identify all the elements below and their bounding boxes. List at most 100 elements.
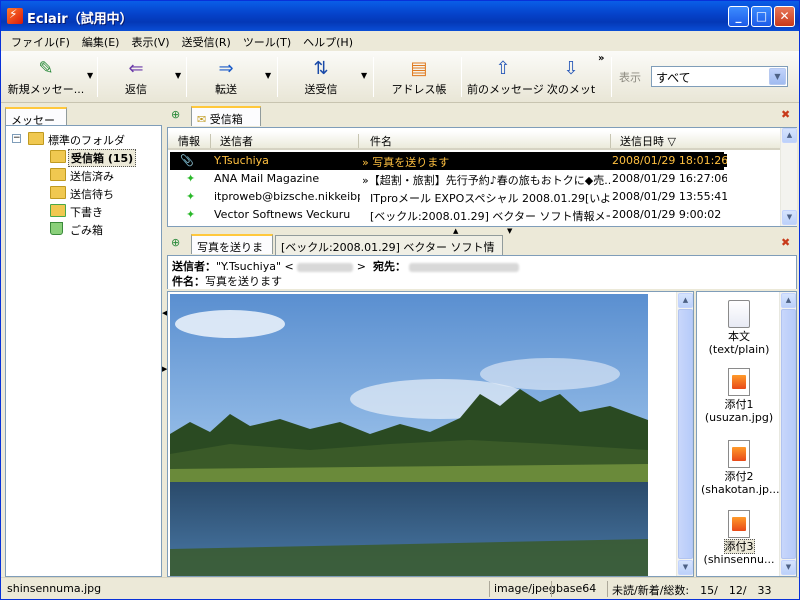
tree-item-trash[interactable]: ごみ箱: [6, 220, 161, 238]
scroll-thumb[interactable]: [781, 309, 796, 559]
row-subject: [ベックル:2008.01.29] ベクター ソフト情報メール: [370, 210, 610, 223]
table-row[interactable]: ✦ Vector Softnews Veckuru [ベックル:2008.01.…: [170, 206, 724, 224]
scroll-down-icon[interactable]: ▼: [781, 560, 796, 575]
address-book-icon: ▤: [410, 58, 428, 79]
sender-close: >: [356, 260, 366, 273]
table-row[interactable]: ✦ itproweb@bizsche.nikkeibp... ITproメール …: [170, 188, 727, 206]
scroll-up-icon[interactable]: ▲: [678, 293, 693, 308]
tab-inbox-label: 受信箱: [209, 113, 243, 126]
close-tab-icon[interactable]: ✖: [781, 108, 790, 121]
attachment-item[interactable]: 添付2 (shakotan.jp...: [701, 440, 780, 496]
message-list-scrollbar[interactable]: ▲ ▼: [780, 128, 797, 226]
column-sender[interactable]: 送信者: [220, 133, 253, 149]
attachment-type: (text/plain): [708, 343, 770, 356]
maximize-button[interactable]: □: [751, 6, 772, 27]
scroll-down-icon[interactable]: ▼: [678, 560, 693, 575]
column-subject[interactable]: 件名: [370, 133, 392, 149]
menu-edit[interactable]: 編集(E): [76, 31, 126, 51]
attachment-list: 本文 (text/plain) 添付1 (usuzan.jpg) 添付2 (sh…: [696, 291, 797, 577]
text-document-icon: [728, 300, 750, 328]
scroll-thumb[interactable]: [678, 309, 693, 559]
forward-label: 転送: [215, 83, 237, 96]
forward-button[interactable]: ⇒ 転送: [191, 55, 261, 101]
row-subject: » 写真を送ります: [362, 156, 450, 169]
chevron-down-icon[interactable]: ▼: [769, 68, 786, 85]
title-bar[interactable]: Eclair（試用中） _ □ ✕: [1, 1, 799, 31]
tab-inbox[interactable]: ✉ 受信箱: [191, 106, 261, 126]
close-tab-icon[interactable]: ✖: [781, 236, 790, 249]
toolbar-separator: [277, 57, 278, 97]
address-book-label: アドレス帳: [391, 83, 447, 96]
forward-dropdown-icon[interactable]: ▼: [265, 71, 273, 80]
attachment-scrollbar[interactable]: ▲ ▼: [779, 292, 796, 576]
column-date[interactable]: 送信日時 ▽: [620, 133, 676, 149]
scroll-up-icon[interactable]: ▲: [781, 293, 796, 308]
address-book-button[interactable]: ▤ アドレス帳: [381, 55, 457, 101]
prev-message-button[interactable]: ⇧ 前のメッセージ: [467, 55, 544, 101]
table-row[interactable]: 📎 Y.Tsuchiya » 写真を送ります 2008/01/29 18:01:…: [170, 152, 727, 170]
tree-item-outbox[interactable]: 送信待ち: [6, 184, 161, 202]
tree-item-drafts[interactable]: 下書き: [6, 202, 161, 220]
attachment-item[interactable]: 添付1 (usuzan.jpg): [701, 368, 777, 424]
status-bar: shinsennuma.jpg image/jpeg base64 未読/新着/…: [1, 577, 799, 599]
tab-messages[interactable]: メッセージ: [5, 107, 67, 143]
preview-tabbar: ⊕ 写真を送ります [ベックル:2008.01.29] ベクター ソフト情報メー…: [167, 231, 799, 270]
menu-send-receive[interactable]: 送受信(R): [176, 31, 237, 51]
tree-root-standard-folders[interactable]: − 標準のフォルダ: [6, 130, 161, 148]
reply-button[interactable]: ⇐ 返信: [101, 55, 171, 101]
attachment-item[interactable]: 本文 (text/plain): [701, 300, 777, 356]
app-window: Eclair（試用中） _ □ ✕ ファイル(F) 編集(E) 表示(V) 送受…: [0, 0, 800, 600]
view-filter-value: すべて: [656, 71, 691, 85]
status-filename: shinsennuma.jpg: [7, 582, 102, 595]
menu-tools[interactable]: ツール(T): [237, 31, 297, 51]
column-divider[interactable]: [210, 134, 211, 148]
reply-dropdown-icon[interactable]: ▼: [175, 71, 183, 80]
toolbar-overflow-chevron[interactable]: »: [598, 53, 604, 64]
send-receive-dropdown-icon[interactable]: ▼: [361, 71, 369, 80]
forward-icon: ⇒: [218, 58, 234, 79]
next-message-label: 次のメッt: [546, 83, 596, 96]
view-filter-select[interactable]: すべて ▼: [651, 66, 788, 87]
reply-icon: ⇐: [128, 58, 144, 79]
column-divider[interactable]: [610, 134, 611, 148]
message-list: 情報 送信者 件名 送信日時 ▽ 📎 Y.Tsuchiya » 写真を送ります …: [167, 127, 797, 227]
column-info[interactable]: 情報: [178, 133, 200, 149]
row-date: 2008/01/29 16:27:06: [612, 172, 727, 185]
collapse-icon[interactable]: −: [12, 134, 21, 143]
attachment-type: (shinsennu...: [703, 553, 775, 566]
new-tab-icon[interactable]: ⊕: [171, 236, 180, 249]
tree-item-label: 送信待ち: [70, 188, 114, 201]
row-subject: »【超割・旅割】先行予約♪春の旅もおトクに◆売...: [362, 174, 610, 187]
eclair-app-icon[interactable]: [7, 7, 23, 24]
tree-root-label: 標準のフォルダ: [48, 134, 125, 147]
tree-item-sent[interactable]: 送信済み: [6, 166, 161, 184]
send-receive-button[interactable]: ⇅ 送受信: [283, 55, 359, 101]
tree-item-inbox[interactable]: 受信箱 (15): [6, 148, 161, 167]
row-sender: Y.Tsuchiya: [214, 154, 269, 167]
next-message-button[interactable]: ⇩ 次のメッt: [545, 55, 597, 101]
image-scrollbar[interactable]: ▲ ▼: [676, 292, 693, 576]
table-row[interactable]: ✦ ANA Mail Magazine »【超割・旅割】先行予約♪春の旅もおトク…: [170, 170, 727, 188]
new-message-button[interactable]: ✎ 新規メッセー...: [7, 55, 85, 101]
new-message-dropdown-icon[interactable]: ▼: [87, 71, 95, 80]
tab-preview-photo[interactable]: 写真を送ります: [191, 234, 273, 270]
column-divider[interactable]: [358, 134, 359, 148]
menu-view[interactable]: 表示(V): [125, 31, 175, 51]
tree-item-label: 下書き: [70, 206, 103, 219]
close-button[interactable]: ✕: [774, 6, 795, 27]
row-date: 2008/01/29 9:00:02: [612, 208, 722, 221]
minimize-button[interactable]: _: [728, 6, 749, 27]
row-sender: ANA Mail Magazine: [214, 172, 320, 185]
send-receive-icon: ⇅: [313, 58, 329, 79]
prev-message-label: 前のメッセージ: [467, 83, 544, 96]
scroll-up-icon[interactable]: ▲: [782, 128, 797, 143]
scroll-down-icon[interactable]: ▼: [782, 210, 797, 225]
row-sender: itproweb@bizsche.nikkeibp...: [214, 190, 360, 203]
new-tab-icon[interactable]: ⊕: [171, 108, 180, 121]
left-panel-tabbar: メッセージ: [1, 103, 163, 143]
attachment-item[interactable]: 添付3 (shinsennu...: [701, 510, 777, 566]
sender-value[interactable]: "Y.Tsuchiya" <: [216, 260, 294, 273]
tab-preview-vector[interactable]: [ベックル:2008.01.29] ベクター ソフト情報メール: [275, 235, 503, 270]
menu-help[interactable]: ヘルプ(H): [297, 31, 359, 51]
menu-file[interactable]: ファイル(F): [5, 31, 76, 51]
